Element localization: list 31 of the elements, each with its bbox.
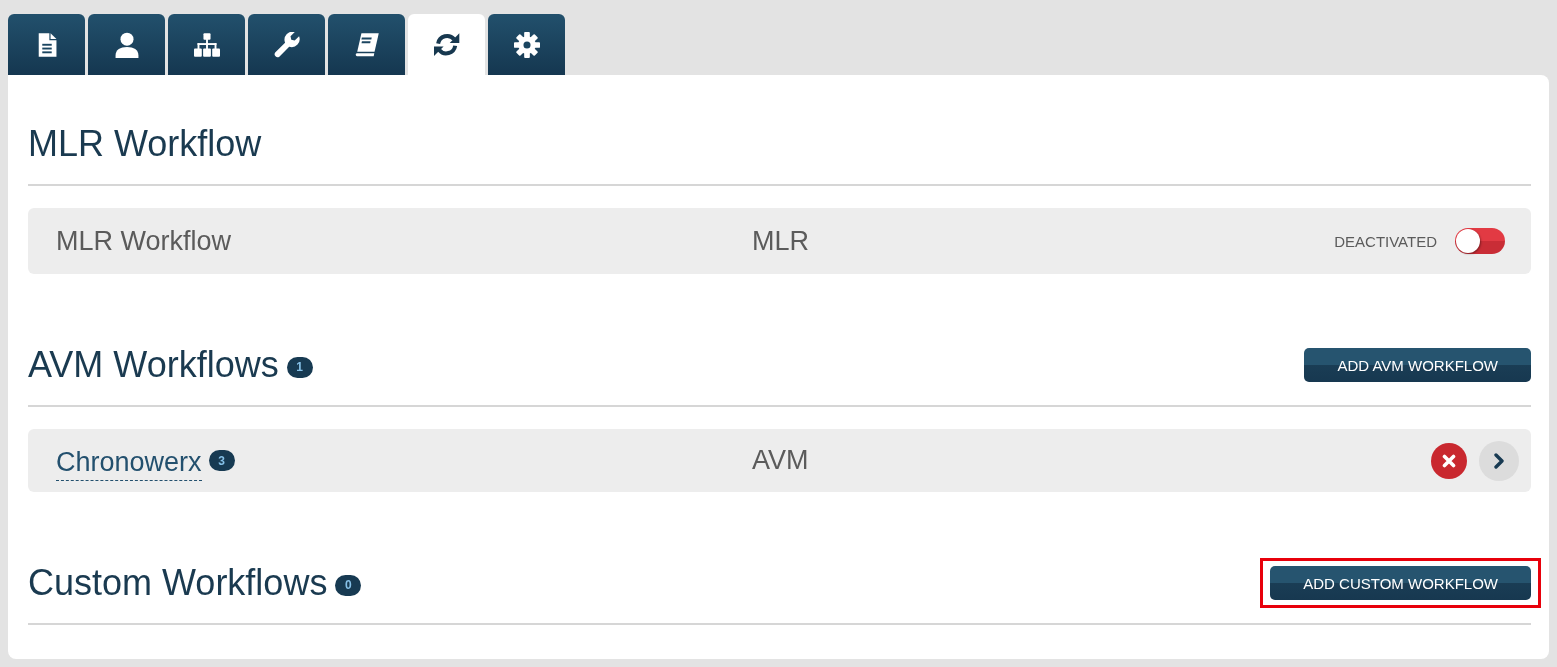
tab[interactable]	[488, 14, 565, 75]
count-badge: 1	[286, 356, 313, 378]
settings-icon	[513, 31, 540, 58]
tab[interactable]	[88, 14, 165, 75]
section-title: Custom Workflows	[28, 565, 328, 601]
book-icon	[353, 31, 380, 58]
workflow-type: AVM	[752, 445, 810, 476]
workflow-name: MLR Workflow	[56, 225, 232, 257]
wrench-icon	[273, 31, 300, 58]
sitemap-icon	[193, 31, 220, 58]
add-workflow-button[interactable]: ADD AVM WORKFLOW	[1304, 348, 1531, 382]
status-label: DEACTIVATED	[1334, 232, 1437, 250]
toggle-switch[interactable]	[1455, 228, 1505, 254]
tab[interactable]	[168, 14, 245, 75]
section-title: MLR Workflow	[28, 126, 262, 162]
refresh-icon	[433, 31, 460, 58]
workflow-link[interactable]: Chronowerx	[56, 446, 202, 481]
user-icon	[113, 31, 140, 58]
add-workflow-button[interactable]: ADD CUSTOM WORKFLOW	[1270, 566, 1531, 600]
chevron-right-icon	[1494, 452, 1504, 469]
chevron-button[interactable]	[1479, 440, 1519, 481]
workflow-type: MLR	[752, 225, 810, 257]
delete-button[interactable]	[1431, 442, 1467, 479]
count-badge: 0	[335, 574, 362, 596]
tab[interactable]	[8, 14, 85, 75]
section-title: AVM Workflows	[28, 347, 279, 383]
tab[interactable]	[248, 14, 325, 75]
tab[interactable]	[408, 14, 485, 75]
count-badge: 3	[208, 450, 235, 471]
tab[interactable]	[328, 14, 405, 75]
x-icon	[1442, 453, 1456, 468]
